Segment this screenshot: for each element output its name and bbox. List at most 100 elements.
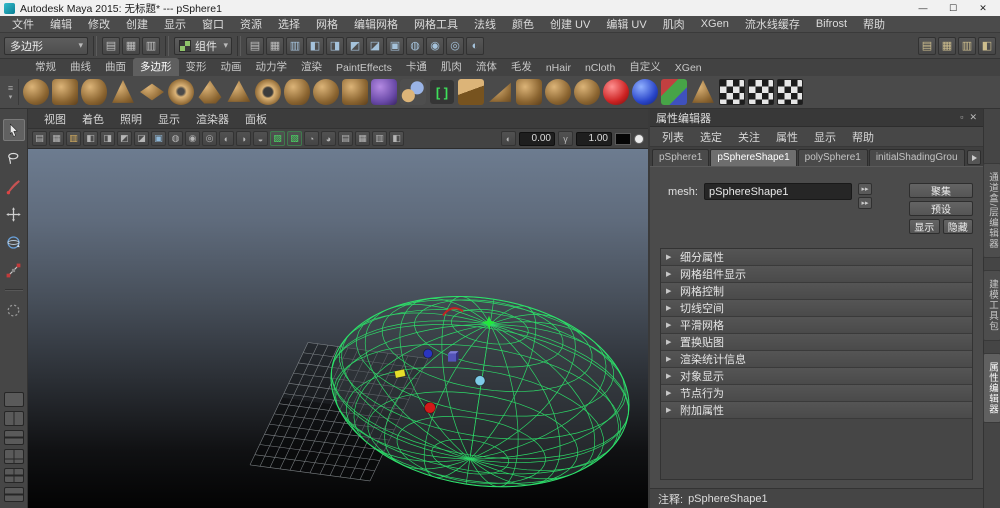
gamma-field[interactable]: 1.00 [576, 131, 612, 146]
attribute-section[interactable]: 细分属性 [661, 249, 972, 266]
2d-pan-zoom-icon[interactable]: ◨ [100, 131, 115, 146]
focus-button[interactable]: 聚集 [909, 183, 973, 198]
safe-action-icon[interactable]: ◐ [219, 131, 234, 146]
paint-select-tool-button[interactable] [3, 175, 25, 197]
menu-item[interactable]: 修改 [80, 16, 118, 32]
bridge-icon[interactable] [692, 80, 714, 103]
small-cyan-sphere[interactable] [474, 375, 486, 387]
menu-set-dropdown[interactable]: 多边形 [4, 36, 88, 55]
red-material-ball-icon[interactable] [603, 79, 629, 105]
menu-item[interactable]: 肌肉 [655, 16, 693, 32]
menu-item[interactable]: 帮助 [855, 16, 893, 32]
bevel-icon[interactable] [661, 79, 687, 105]
exposure-icon[interactable]: ◐ [501, 131, 516, 146]
render-view-icon[interactable]: ◍ [406, 36, 424, 55]
poly-cylinder-icon[interactable] [81, 79, 107, 105]
multi-cut-tool-icon[interactable] [429, 79, 455, 105]
lighting-mode-icon[interactable]: ▦ [355, 131, 370, 146]
gate-mask-icon[interactable]: ◉ [185, 131, 200, 146]
exposure-field[interactable]: 0.00 [519, 131, 555, 146]
open-scene-icon[interactable]: ▦ [122, 36, 140, 55]
shelf-tab[interactable]: 渲染 [294, 58, 329, 76]
xray-mode-icon[interactable]: ◧ [389, 131, 404, 146]
scene-svg[interactable] [28, 149, 648, 508]
menu-item[interactable]: 创建 [118, 16, 156, 32]
attribute-editor-menu-item[interactable]: 关注 [730, 129, 768, 145]
grid-toggle-icon[interactable]: ◪ [134, 131, 149, 146]
node-tab[interactable]: polySphere1 [797, 149, 868, 166]
attribute-editor-menu-item[interactable]: 列表 [654, 129, 692, 145]
attribute-section[interactable]: 切线空间 [661, 300, 972, 317]
mesh-name-input[interactable] [704, 183, 852, 200]
menu-item[interactable]: 文件 [4, 16, 42, 32]
uv-checker-c-icon[interactable] [777, 79, 803, 105]
menu-item[interactable]: 资源 [232, 16, 270, 32]
attribute-section[interactable]: 网格组件显示 [661, 266, 972, 283]
panel-menu-item[interactable]: 着色 [74, 111, 112, 127]
shelf-tab[interactable]: nHair [539, 61, 578, 76]
minimize-button[interactable]: — [908, 3, 938, 14]
small-purple-cube[interactable] [448, 351, 459, 362]
poly-platonic-icon[interactable] [342, 79, 368, 105]
input-connections-icon[interactable] [858, 183, 872, 195]
bookmarks-icon[interactable]: ▥ [66, 131, 81, 146]
attribute-section[interactable]: 网格控制 [661, 283, 972, 300]
attribute-section[interactable]: 附加属性 [661, 402, 972, 419]
poly-helix-icon[interactable] [284, 79, 310, 105]
menu-item[interactable]: 法线 [466, 16, 504, 32]
menu-item[interactable]: 创建 UV [542, 16, 598, 32]
toggle-tool-settings-icon[interactable]: ▦ [938, 36, 956, 55]
image-plane-icon[interactable]: ◧ [83, 131, 98, 146]
textured-mode-icon[interactable]: ▤ [338, 131, 353, 146]
menu-item[interactable]: 网格 [308, 16, 346, 32]
shelf-tab[interactable]: PaintEffects [329, 61, 399, 76]
attribute-section[interactable]: 对象显示 [661, 368, 972, 385]
combine-icon[interactable] [458, 79, 484, 105]
menu-item[interactable]: 显示 [156, 16, 194, 32]
shelf-tab[interactable]: 动画 [214, 58, 249, 76]
ipr-render-icon[interactable]: ◎ [446, 36, 464, 55]
panel-menu-item[interactable]: 显示 [150, 111, 188, 127]
poly-sphere-icon[interactable] [23, 79, 49, 105]
node-tab[interactable]: initialShadingGrou [868, 149, 965, 166]
selection-mask-dropdown[interactable]: 组件 [174, 36, 232, 55]
shelf-tab[interactable]: 肌肉 [434, 58, 469, 76]
menu-item[interactable]: 编辑网格 [346, 16, 406, 32]
sidebar-vertical-tab[interactable]: 通道盒/层编辑器 [983, 163, 1000, 259]
menu-item[interactable]: XGen [693, 18, 737, 30]
shelf-tab[interactable]: 曲线 [63, 58, 98, 76]
menu-item[interactable]: 颜色 [504, 16, 542, 32]
move-tool-button[interactable] [3, 203, 25, 225]
shelf-tab[interactable]: 常规 [28, 58, 63, 76]
single-pane-layout-button[interactable] [3, 392, 24, 407]
undo-icon[interactable]: ▤ [246, 36, 264, 55]
presets-button[interactable]: 预设 [909, 201, 973, 216]
poly-torus-icon[interactable] [168, 79, 194, 105]
small-red-sphere[interactable] [424, 401, 436, 414]
menu-item[interactable]: Bifrost [808, 18, 855, 30]
slider-knob[interactable] [634, 133, 644, 144]
close-icon[interactable]: ✕ [969, 112, 977, 123]
sculpt-tool-icon[interactable] [371, 79, 397, 105]
shelf-tab[interactable]: 流体 [469, 58, 504, 76]
menu-item[interactable]: 窗口 [194, 16, 232, 32]
new-scene-icon[interactable]: ▤ [102, 36, 120, 55]
camera-attributes-icon[interactable]: ▦ [49, 131, 64, 146]
attribute-section[interactable]: 渲染统计信息 [661, 351, 972, 368]
shelf-tab[interactable]: XGen [668, 61, 709, 76]
poly-pipe-icon[interactable] [255, 79, 281, 105]
close-button[interactable]: ✕ [968, 3, 998, 14]
blue-material-ball-icon[interactable] [632, 79, 658, 105]
shadows-toggle-icon[interactable]: ▥ [372, 131, 387, 146]
attribute-section[interactable]: 平滑网格 [661, 317, 972, 334]
maximize-button[interactable]: ☐ [938, 3, 968, 14]
attribute-editor-menu-item[interactable]: 显示 [806, 129, 844, 145]
poly-cube-icon[interactable] [52, 79, 78, 105]
toggle-modeling-toolkit-icon[interactable]: ◧ [978, 36, 996, 55]
shaded-mode-icon[interactable]: ◕ [321, 131, 336, 146]
scale-tool-button[interactable] [3, 259, 25, 281]
grease-pencil-icon[interactable]: ◩ [117, 131, 132, 146]
gamma-icon[interactable]: γ [558, 131, 573, 146]
panel-menu-item[interactable]: 渲染器 [188, 111, 237, 127]
boolean-union-icon[interactable] [545, 79, 571, 105]
